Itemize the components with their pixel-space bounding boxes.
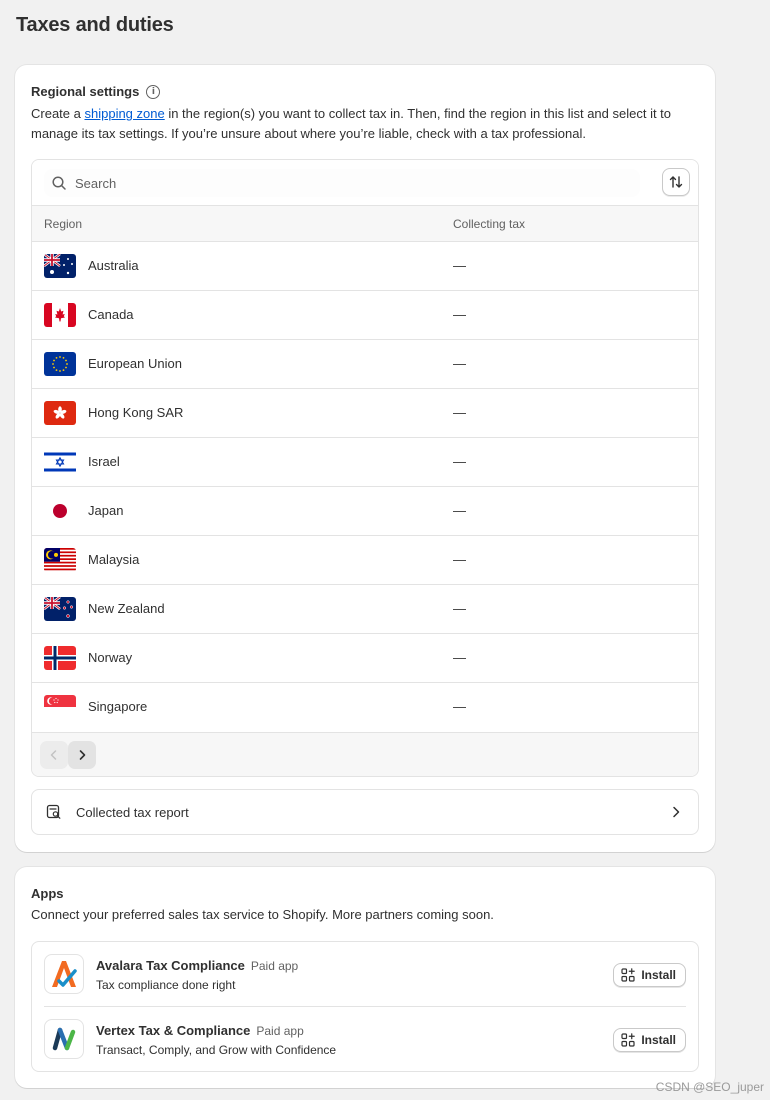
- region-name: Australia: [88, 258, 139, 273]
- collecting-tax-value: —: [453, 601, 466, 616]
- watermark: CSDN @SEO_juper: [655, 1080, 764, 1094]
- search-box[interactable]: [44, 169, 640, 197]
- app-tagline: Transact, Comply, and Grow with Confiden…: [96, 1043, 337, 1057]
- chevron-right-icon: [79, 750, 86, 760]
- chevron-right-icon: [673, 806, 680, 818]
- avalara-logo-icon: [44, 954, 84, 994]
- region-name: European Union: [88, 356, 182, 371]
- table-row[interactable]: Australia —: [32, 242, 698, 291]
- eu-flag-icon: [44, 352, 76, 376]
- table-row[interactable]: Hong Kong SAR —: [32, 389, 698, 438]
- no-flag-icon: [44, 646, 76, 670]
- pagination: [32, 732, 698, 776]
- report-icon: [46, 804, 61, 819]
- vertex-logo-icon: [44, 1019, 84, 1059]
- regional-settings-heading: Regional settings i: [31, 84, 161, 99]
- region-name: Israel: [88, 454, 120, 469]
- column-header-region: Region: [44, 217, 83, 231]
- apps-heading: Apps: [31, 886, 64, 901]
- shipping-zone-link[interactable]: shipping zone: [84, 106, 164, 121]
- regional-settings-card: Regional settings i Create a shipping zo…: [15, 65, 715, 852]
- search-icon: [52, 176, 66, 190]
- nz-flag-icon: [44, 597, 76, 621]
- collecting-tax-value: —: [453, 552, 466, 567]
- collecting-tax-value: —: [453, 307, 466, 322]
- list-item: Vertex Tax & Compliance Paid app Transact…: [32, 1007, 698, 1072]
- table-header: Region Collecting tax: [32, 205, 698, 242]
- apps-list: Avalara Tax Compliance Paid app Tax compl…: [31, 941, 699, 1072]
- sort-icon: [669, 176, 683, 188]
- regional-settings-title: Regional settings: [31, 84, 140, 99]
- region-name: New Zealand: [88, 601, 165, 616]
- list-item: Avalara Tax Compliance Paid app Tax compl…: [32, 942, 698, 1007]
- app-title: Vertex Tax & Compliance: [96, 1023, 251, 1038]
- paid-app-badge: Paid app: [250, 959, 299, 973]
- search-input[interactable]: [75, 172, 615, 194]
- region-name: Japan: [88, 503, 124, 518]
- region-name: Hong Kong SAR: [88, 405, 184, 420]
- search-bar: [32, 160, 698, 205]
- collecting-tax-value: —: [453, 258, 466, 273]
- hk-flag-icon: [44, 401, 76, 425]
- apps-card: Apps Connect your preferred sales tax se…: [15, 867, 715, 1088]
- table-row[interactable]: Malaysia —: [32, 536, 698, 585]
- column-header-collecting-tax: Collecting tax: [453, 217, 526, 231]
- taxes-page: Taxes and duties Regional settings i Cre…: [0, 0, 770, 1100]
- table-row[interactable]: Singapore —: [32, 683, 698, 732]
- install-vertex-button[interactable]: Install: [613, 1028, 686, 1052]
- paid-app-badge: Paid app: [256, 1024, 304, 1038]
- region-table: Region Collecting tax: [31, 159, 699, 777]
- collecting-tax-value: —: [453, 356, 466, 371]
- region-rows: Australia — Canada — European Union — Ho…: [32, 242, 698, 732]
- table-row[interactable]: European Union —: [32, 340, 698, 389]
- region-name: Malaysia: [88, 552, 140, 567]
- collected-tax-report-label: Collected tax report: [76, 805, 189, 820]
- collecting-tax-value: —: [453, 650, 466, 665]
- region-name: Singapore: [88, 699, 148, 714]
- ca-flag-icon: [44, 303, 76, 327]
- app-name: Vertex Tax & Compliance Paid app: [96, 1023, 304, 1038]
- description-text-start: Create a: [31, 106, 85, 121]
- apps-description: Connect your preferred sales tax service…: [31, 907, 494, 922]
- collecting-tax-value: —: [453, 503, 466, 518]
- apps-add-icon: [621, 968, 636, 982]
- au-flag-icon: [44, 254, 76, 278]
- app-name: Avalara Tax Compliance Paid app: [96, 958, 298, 973]
- collecting-tax-value: —: [453, 405, 466, 420]
- app-tagline: Tax compliance done right: [96, 978, 236, 992]
- sg-flag-icon: [44, 695, 76, 719]
- table-row[interactable]: Israel —: [32, 438, 698, 487]
- page-title: Taxes and duties: [16, 14, 174, 36]
- table-row[interactable]: New Zealand —: [32, 585, 698, 634]
- app-title: Avalara Tax Compliance: [96, 958, 245, 973]
- regional-settings-description: Create a shipping zone in the region(s) …: [31, 104, 699, 144]
- table-row[interactable]: Japan —: [32, 487, 698, 536]
- chevron-left-icon: [50, 750, 57, 760]
- collecting-tax-value: —: [453, 454, 466, 469]
- collecting-tax-value: —: [453, 699, 466, 714]
- table-row[interactable]: Norway —: [32, 634, 698, 683]
- il-flag-icon: [44, 450, 76, 474]
- install-label: Install: [641, 968, 676, 982]
- region-name: Canada: [88, 307, 134, 322]
- table-row[interactable]: Canada —: [32, 291, 698, 340]
- collected-tax-report-link[interactable]: Collected tax report: [31, 789, 699, 835]
- previous-page-button[interactable]: [40, 741, 68, 769]
- install-label: Install: [641, 1033, 676, 1047]
- my-flag-icon: [44, 548, 76, 572]
- apps-add-icon: [621, 1033, 636, 1047]
- info-icon[interactable]: i: [146, 84, 161, 99]
- region-name: Norway: [88, 650, 133, 665]
- next-page-button[interactable]: [68, 741, 96, 769]
- sort-button[interactable]: [662, 168, 690, 196]
- jp-flag-icon: [44, 499, 76, 523]
- install-avalara-button[interactable]: Install: [613, 963, 686, 987]
